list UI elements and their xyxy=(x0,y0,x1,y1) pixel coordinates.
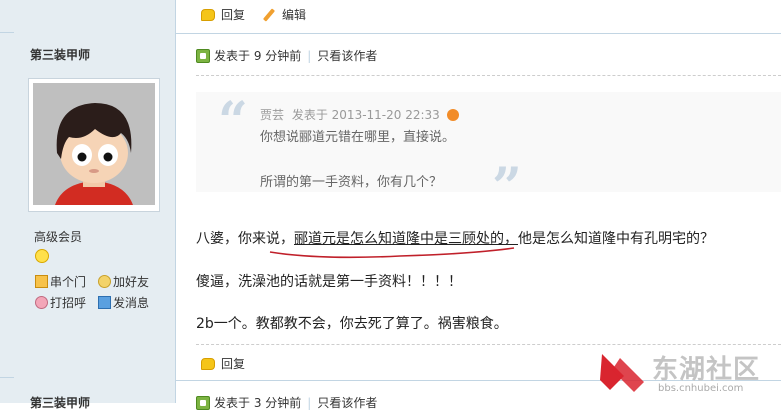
reply-button[interactable]: 回复 xyxy=(201,355,245,372)
dashed-divider xyxy=(196,344,781,345)
reply-label: 回复 xyxy=(221,357,246,371)
watermark-text: 东湖社区 xyxy=(652,355,761,385)
reply-icon xyxy=(201,357,215,370)
post-paragraph: 2b一个。教都教不会，你去死了算了。祸害粮食。 xyxy=(196,316,508,332)
site-watermark: 东湖社区 bbs.cnhubei.com xyxy=(598,350,776,394)
watermark-url: bbs.cnhubei.com xyxy=(658,383,744,394)
post-paragraph: 傻逼，洗澡池的话就是第一手资料！！！！ xyxy=(196,274,462,290)
red-underline-annotation xyxy=(269,247,515,259)
logo-icon xyxy=(600,354,644,392)
